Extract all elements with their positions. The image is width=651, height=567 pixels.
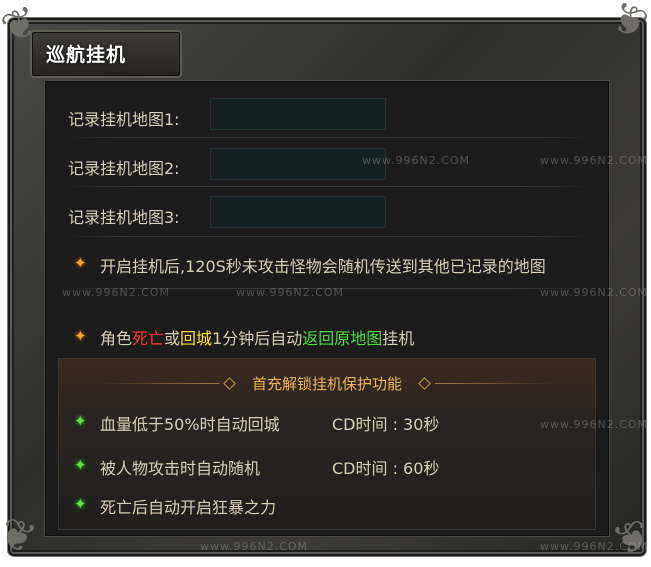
info-line-auto-teleport: 开启挂机后,120S秒未攻击怪物会随机传送到其他已记录的地图 xyxy=(100,257,546,276)
info-text: 角色 xyxy=(100,329,133,348)
map-input-1[interactable] xyxy=(210,98,386,130)
watermark: www.996N2.COM xyxy=(540,418,649,431)
keyword-death: 死亡 xyxy=(132,329,165,348)
keyword-return-map: 返回原地图 xyxy=(302,329,383,348)
info-text: 1分钟后自动 xyxy=(212,329,303,348)
panel-title: 巡航挂机 xyxy=(46,44,127,66)
info-text: 挂机 xyxy=(382,329,415,348)
star-bullet-icon: ✦ xyxy=(74,327,87,345)
watermark: www.996N2.COM xyxy=(62,286,171,299)
perk-cooldown: CD时间 : 30秒 xyxy=(332,415,440,434)
watermark: www.996N2.COM xyxy=(236,286,345,299)
perk-death-berserk: 死亡后自动开启狂暴之力 xyxy=(100,498,277,517)
perk-cooldown: CD时间 : 60秒 xyxy=(332,459,440,478)
watermark: www.996N2.COM xyxy=(200,540,309,553)
map-input-2[interactable] xyxy=(210,148,386,180)
info-text: 或 xyxy=(164,329,181,348)
map-label-2: 记录挂机地图2: xyxy=(68,159,180,178)
divider xyxy=(58,186,594,187)
watermark: www.996N2.COM xyxy=(540,286,649,299)
green-star-bullet-icon: ✦ xyxy=(74,412,87,430)
info-line-auto-return: 角色死亡或回城1分钟后自动返回原地图挂机 xyxy=(100,325,414,349)
perk-attacked-random: 被人物攻击时自动随机 xyxy=(100,459,261,478)
map-label-1: 记录挂机地图1: xyxy=(68,110,180,129)
divider xyxy=(58,236,594,237)
green-star-bullet-icon: ✦ xyxy=(74,495,87,513)
star-bullet-icon: ✦ xyxy=(74,254,87,272)
map-label-3: 记录挂机地图3: xyxy=(68,208,180,227)
watermark: www.996N2.COM xyxy=(362,154,471,167)
green-star-bullet-icon: ✦ xyxy=(74,456,87,474)
watermark: www.996N2.COM xyxy=(540,154,649,167)
title-tab: 巡航挂机 xyxy=(30,30,182,78)
map-input-3[interactable] xyxy=(210,196,386,228)
keyword-return-city: 回城 xyxy=(180,329,213,348)
ornament-line xyxy=(435,383,555,384)
perk-low-hp-return: 血量低于50%时自动回城 xyxy=(100,415,280,434)
divider xyxy=(58,137,594,138)
watermark: www.996N2.COM xyxy=(540,540,649,553)
